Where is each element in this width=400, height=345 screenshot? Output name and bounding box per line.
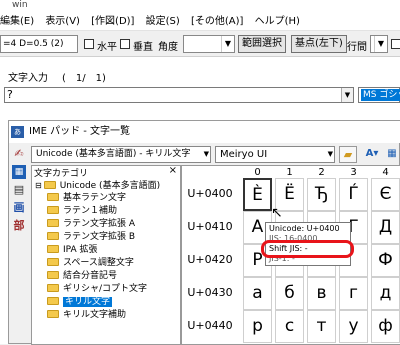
menu-draw[interactable]: [作図(D)]: [91, 16, 134, 27]
line-spacing-combo[interactable]: ▼: [370, 35, 388, 53]
menu-settings[interactable]: 設定(S): [146, 16, 180, 27]
char-cell[interactable]: Ф: [371, 244, 400, 277]
char-cell[interactable]: Є: [371, 178, 400, 211]
tree-item-diacritics[interactable]: 結合分音記号: [47, 270, 117, 283]
char-cell[interactable]: у: [339, 310, 368, 343]
unicode-set-select[interactable]: Unicode (基本多言語面) - キリル文字 ▼: [31, 146, 211, 163]
category-header: 文字カテゴリ: [34, 169, 89, 179]
vertical-label: 垂直: [133, 42, 153, 53]
ime-pad-title: あ IME パッド - 文字一覧: [9, 121, 400, 143]
row-label: U+0400: [187, 187, 233, 200]
folder-icon: [47, 232, 59, 240]
folder-icon: [43, 181, 56, 189]
folder-icon: [47, 284, 59, 292]
char-cell[interactable]: È: [243, 178, 272, 211]
row-label: U+0430: [187, 286, 233, 299]
folder-icon: [47, 310, 59, 318]
vertical-checkbox[interactable]: [120, 39, 130, 49]
unicode-set-value: Unicode (基本多言語面) - キリル文字: [36, 149, 191, 159]
folder-icon: [47, 258, 59, 266]
font-select[interactable]: MS ゴシッ: [358, 87, 400, 103]
grid-view-icon[interactable]: ▦: [385, 146, 399, 163]
folder-icon: [47, 245, 59, 253]
base-point-button[interactable]: 基点(左下): [291, 35, 347, 53]
chevron-down-icon: ▼: [327, 150, 333, 158]
ime-font-value: Meiryo UI: [220, 149, 268, 160]
vertical-writing-checkbox[interactable]: [391, 39, 400, 49]
chevron-down-icon: ▼: [374, 36, 387, 52]
text-input-label: 文字入力: [8, 73, 48, 84]
text-input-panel: 文字入力 ( 1/ 1) ? ▼ MS ゴシッ: [0, 57, 400, 107]
tree-item-latin1[interactable]: ラテン１補助: [47, 205, 117, 218]
radical-icon[interactable]: 部: [12, 219, 26, 233]
tree-item-greek[interactable]: ギリシャ/コプト文字: [47, 283, 147, 296]
soft-keyboard-icon[interactable]: ▤: [12, 183, 26, 197]
char-cell[interactable]: г: [339, 277, 368, 310]
font-select-value: MS ゴシッ: [361, 89, 400, 101]
mouse-cursor-icon: ↖: [271, 205, 283, 221]
angle-combo[interactable]: ▼: [183, 35, 235, 53]
tree-item-cyrillic[interactable]: キリル文字: [47, 296, 113, 309]
tree-item-latin-ext-a[interactable]: ラテン文字拡張 A: [47, 218, 135, 231]
angle-label: 角度: [158, 42, 178, 53]
char-cell[interactable]: в: [307, 277, 336, 310]
row-label: U+0410: [187, 220, 233, 233]
horizontal-label: 水平: [97, 42, 117, 53]
folder-icon: [47, 193, 59, 201]
ime-icon: あ: [11, 126, 24, 138]
ime-title-text: IME パッド - 文字一覧: [29, 126, 131, 137]
line-spacing-label: 行間: [347, 42, 367, 53]
window-title: win: [0, 0, 400, 13]
menu-view[interactable]: 表示(V): [45, 16, 80, 27]
menu-bar: 編集(E) 表示(V) [作図(D)] 設定(S) [その他(A)] ヘルプ(H…: [0, 13, 400, 31]
char-cell[interactable]: б: [275, 277, 304, 310]
folder-icon: [47, 219, 59, 227]
char-cell[interactable]: Ђ: [307, 178, 336, 211]
char-cell[interactable]: ф: [371, 310, 400, 343]
tree-item-ipa[interactable]: IPA 拡張: [47, 244, 98, 257]
tooltip-unicode: Unicode: U+0400: [269, 224, 340, 233]
menu-help[interactable]: ヘルプ(H): [255, 16, 300, 27]
handwriting-icon[interactable]: ✍: [12, 147, 26, 161]
tree-item-latin-ext-b[interactable]: ラテン文字拡張 B: [47, 231, 135, 244]
char-cell[interactable]: р: [243, 310, 272, 343]
chevron-down-icon: ▼: [221, 36, 234, 52]
char-cell[interactable]: а: [243, 277, 272, 310]
text-input-field[interactable]: ?: [4, 87, 354, 103]
chevron-down-icon: ▼: [203, 150, 209, 158]
tree-item-cyrillic-supplement[interactable]: キリル文字補助: [47, 309, 126, 322]
horizontal-checkbox[interactable]: [84, 39, 94, 49]
char-cell[interactable]: д: [371, 277, 400, 310]
tree-item-unicode[interactable]: ⊟ Unicode (基本多言語面): [35, 179, 160, 192]
collapse-icon: ⊟: [35, 181, 42, 190]
tree-item-basic-latin[interactable]: 基本ラテン文字: [47, 192, 126, 205]
font-select-ime[interactable]: Meiryo UI ▼: [215, 146, 335, 163]
folder-icon: [47, 206, 59, 214]
row-label: U+0440: [187, 319, 233, 332]
char-cell[interactable]: Д: [371, 211, 400, 244]
row-label: U+0420: [187, 253, 233, 266]
font-size-icon[interactable]: A▾: [361, 146, 383, 163]
char-list-icon[interactable]: ▦: [12, 165, 26, 179]
folder-icon: [47, 297, 59, 305]
range-select-button[interactable]: 範囲選択: [238, 35, 286, 53]
toolbar: =4 D=0.5 (2) 水平 垂直 角度 ▼ 範囲選択 基点(左下) 行間 ▼: [0, 31, 400, 57]
char-cell[interactable]: с: [275, 310, 304, 343]
dims-field[interactable]: =4 D=0.5 (2): [0, 35, 78, 53]
close-icon[interactable]: ×: [169, 165, 177, 176]
chevron-down-icon[interactable]: ▼: [341, 88, 353, 102]
folder-open-icon[interactable]: ▰: [339, 146, 357, 163]
stroke-count-icon[interactable]: 画: [12, 201, 26, 215]
menu-edit[interactable]: 編集(E): [0, 16, 34, 27]
text-input-counter: ( 1/ 1): [62, 73, 106, 84]
highlight-annotation: [261, 240, 354, 258]
char-cell[interactable]: Ѓ: [339, 178, 368, 211]
folder-icon: [47, 271, 59, 279]
tree-item-spacing[interactable]: スペース調整文字: [47, 257, 134, 270]
ime-pad-window: あ IME パッド - 文字一覧 ✍ ▦ ▤ 画 部 Unicode (基本多言…: [8, 120, 400, 345]
menu-other[interactable]: [その他(A)]: [191, 16, 243, 27]
char-cell[interactable]: т: [307, 310, 336, 343]
